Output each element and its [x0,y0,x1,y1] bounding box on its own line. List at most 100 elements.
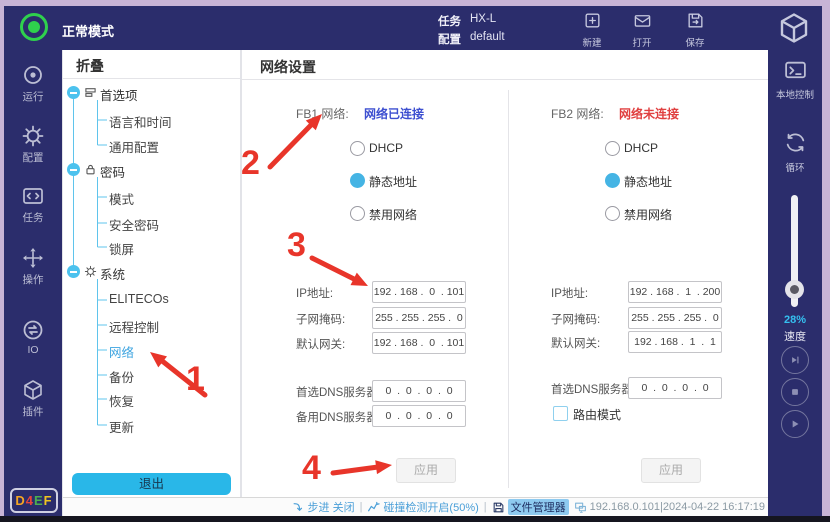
fb1-dns2-label: 备用DNS服务器: [296,409,381,425]
fb1-radio-static[interactable] [350,173,365,188]
fb1-radio-dhcp[interactable] [350,141,365,156]
nav-config[interactable] [4,124,62,153]
system-gear-icon [84,265,97,278]
fb1-mask-input[interactable]: 255 . 255 . 255 . 0 [372,307,466,329]
tree-group-system[interactable]: 系统 [100,264,125,280]
right-control-rail: 本地控制 循环 28% 速度 [768,50,822,516]
fb2-dns1-label: 首选DNS服务器: [551,381,636,397]
collision-detect-status[interactable]: 碰撞检测开启(50%) [367,499,478,515]
fb1-radio-disable-label[interactable]: 禁用网络 [369,206,417,223]
fb1-ip-label: IP地址: [296,285,333,301]
nav-task[interactable] [4,184,62,213]
loop-label: 循环 [768,160,822,174]
loop-mode-button[interactable] [768,130,822,160]
fb1-apply-button[interactable]: 应用 [396,458,456,483]
divider [63,78,240,79]
fb2-ip-input[interactable]: 192 . 168 . 1 . 200 [628,281,722,303]
fb2-route-mode-label[interactable]: 路由模式 [573,406,621,423]
tree-item-lock-screen[interactable]: 锁屏 [109,239,134,255]
fb2-radio-static[interactable] [605,173,620,188]
fb2-apply-button[interactable]: 应用 [641,458,701,483]
tree-collapse-header[interactable]: 折叠 [76,56,104,76]
fb2-radio-static-label[interactable]: 静态地址 [624,173,672,190]
new-file-icon [583,11,602,30]
fb2-mask-input[interactable]: 255 . 255 . 255 . 0 [628,307,722,329]
fb1-ip-input[interactable]: 192 . 168 . 0 . 101 [372,281,466,303]
io-icon [21,318,45,342]
tree-item-update[interactable]: 更新 [109,417,134,433]
nav-operate[interactable] [4,246,62,275]
tree-item-language-time[interactable]: 语言和时间 [109,112,172,128]
code-icon [21,184,45,208]
tree-group-password[interactable]: 密码 [100,162,125,178]
tree-item-backup[interactable]: 备份 [109,367,134,383]
nav-run[interactable] [4,63,62,92]
config-value: default [470,31,505,43]
bottom-edge-strip [0,516,830,522]
nav-plugin-label: 插件 [4,404,62,419]
left-nav-rail: 运行 配置 任务 操作 IO 插件 D4EF [4,50,62,516]
badge-char: D [15,493,25,508]
new-button[interactable]: 新建 [569,9,615,49]
mode-status-icon [20,13,48,41]
fb2-route-mode-checkbox[interactable] [553,406,568,421]
exit-button[interactable]: 退出 [72,473,231,495]
file-manager-button[interactable]: 文件管理器 [492,499,569,515]
fb1-dns1-input[interactable]: 0 . 0 . 0 . 0 [372,380,466,402]
badge-char: 4 [26,493,34,508]
fb2-gateway-label: 默认网关: [551,335,600,351]
preferences-icon [84,86,97,99]
local-control-button[interactable] [768,58,822,88]
collapse-toggle-preferences[interactable] [67,86,80,99]
nav-task-label: 任务 [4,210,62,225]
save-button[interactable]: 保存 [672,9,718,49]
nav-io[interactable] [4,318,62,347]
fb1-radio-disable[interactable] [350,206,365,221]
safety-code-badge[interactable]: D4EF [10,488,58,513]
fb2-radio-dhcp-label[interactable]: DHCP [624,141,658,155]
fb1-radio-dhcp-label[interactable]: DHCP [369,141,403,155]
play-button[interactable] [781,410,809,438]
tree-item-restore[interactable]: 恢复 [109,391,134,407]
nav-plugin[interactable] [4,378,62,407]
status-bar: 步进 关闭 | 碰撞检测开启(50%) | 文件管理器 192.168.0.10… [63,497,768,516]
collision-icon [367,501,380,514]
mode-label: 正常模式 [62,21,114,40]
stop-button[interactable] [781,378,809,406]
fb1-dns2-input[interactable]: 0 . 0 . 0 . 0 [372,405,466,427]
stop-icon [788,385,802,399]
fb2-status: 网络未连接 [619,105,679,122]
top-bar: 正常模式 任务 HX-L 配置 default 新建 打开 保存 [4,6,822,50]
tree-item-general-config[interactable]: 通用配置 [109,137,159,153]
step-forward-button[interactable] [781,346,809,374]
fb1-radio-static-label[interactable]: 静态地址 [369,173,417,190]
separator: | [360,501,363,513]
tree-item-safety-password[interactable]: 安全密码 [109,215,159,231]
collapse-toggle-system[interactable] [67,265,80,278]
open-button-label: 打开 [619,35,665,49]
fb2-gateway-input[interactable]: 192 . 168 . 1 . 1 [628,331,722,353]
step-mode-status[interactable]: 步进 关闭 [292,499,355,515]
fb1-gateway-input[interactable]: 192 . 168 . 0 . 101 [372,332,466,354]
settings-tree-panel: 折叠 首选项 语言和时间 通用配置 密码 模式 安全密码 锁屏 系统 ELITE… [63,50,240,497]
fb1-dns1-label: 首选DNS服务器: [296,384,381,400]
tree-item-elitecos[interactable]: ELITECOs [109,292,169,308]
tree-item-network[interactable]: 网络 [109,342,134,358]
fb2-dns1-input[interactable]: 0 . 0 . 0 . 0 [628,377,722,399]
fb2-radio-disable-label[interactable]: 禁用网络 [624,206,672,223]
tree-item-mode[interactable]: 模式 [109,189,134,205]
speed-slider-thumb[interactable] [785,280,804,299]
new-button-label: 新建 [569,35,615,49]
task-value: HX-L [470,13,496,25]
tree-group-preferences[interactable]: 首选项 [100,85,138,101]
fb2-radio-dhcp[interactable] [605,141,620,156]
collapse-toggle-password[interactable] [67,163,80,176]
fb2-ip-label: IP地址: [551,285,588,301]
speed-label: 速度 [768,328,822,344]
cube-icon [21,378,45,402]
terminal-icon [783,58,808,83]
open-button[interactable]: 打开 [619,9,665,49]
tree-item-remote-control[interactable]: 远程控制 [109,317,159,333]
fb2-radio-disable[interactable] [605,206,620,221]
app-window: 正常模式 任务 HX-L 配置 default 新建 打开 保存 运行 配置 任… [4,6,822,516]
